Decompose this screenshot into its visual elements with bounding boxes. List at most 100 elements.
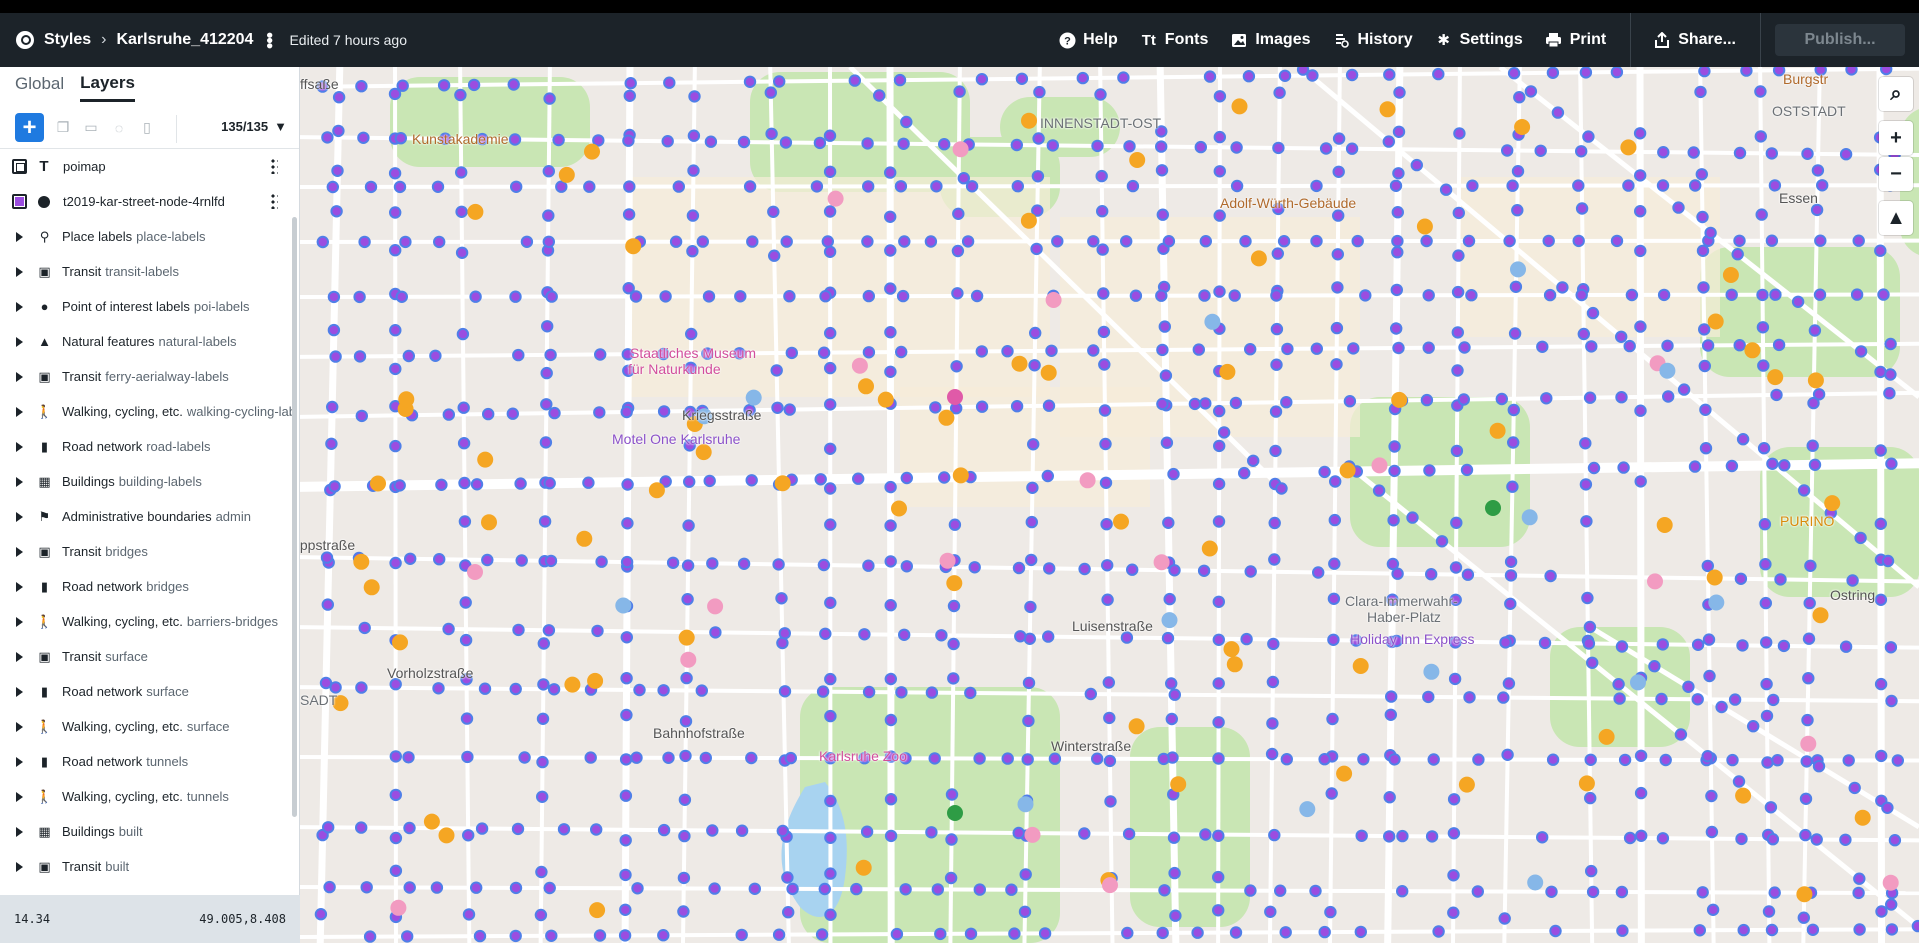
- help-button[interactable]: ? Help: [1058, 31, 1118, 49]
- layer-group-item[interactable]: ▲ Natural features natural-labels: [0, 324, 292, 359]
- layer-group-item[interactable]: ▮ Road network tunnels: [0, 744, 292, 779]
- expand-caret-icon[interactable]: [16, 721, 23, 732]
- expand-caret-icon[interactable]: [16, 651, 23, 662]
- map-canvas[interactable]: Kunstakademie Staatliches Museum für Natur…: [300, 67, 1919, 943]
- expand-caret-icon[interactable]: [16, 371, 23, 382]
- layer-group-item[interactable]: ▣ Transit bridges: [0, 534, 292, 569]
- expand-caret-icon[interactable]: [16, 826, 23, 837]
- layer-item-t2019-kar-street-node-4rnlfd[interactable]: t2019-kar-street-node-4rnlfd: [0, 184, 292, 219]
- street-node-dot: [1701, 339, 1715, 352]
- street-node-dot: [442, 408, 456, 421]
- duplicate-layer-icon[interactable]: ❐: [54, 119, 72, 137]
- publish-button[interactable]: Publish...: [1775, 24, 1905, 56]
- restaurant-poi-icon: [1336, 765, 1353, 782]
- history-button[interactable]: History: [1332, 31, 1413, 49]
- search-icon[interactable]: ⌕: [1879, 77, 1913, 111]
- layer-group-item[interactable]: ▣ Transit transit-labels: [0, 254, 292, 289]
- layer-count[interactable]: 135/135 ▼: [221, 119, 287, 134]
- layer-group-item[interactable]: 🚶 Walking, cycling, etc. tunnels: [0, 779, 292, 814]
- expand-caret-icon[interactable]: [16, 546, 23, 557]
- expand-caret-icon[interactable]: [16, 441, 23, 452]
- share-button[interactable]: Share...: [1653, 31, 1736, 49]
- street-node-dot: [619, 868, 632, 882]
- zoom-level: 14.34: [14, 912, 51, 926]
- share-label: Share...: [1678, 31, 1736, 48]
- drag-handle-icon[interactable]: [270, 193, 278, 209]
- layer-list-scrollbar[interactable]: [292, 217, 297, 817]
- expand-caret-icon[interactable]: [16, 301, 23, 312]
- delete-layer-icon[interactable]: ▯: [138, 119, 156, 137]
- compass-icon[interactable]: ▲: [1879, 201, 1913, 235]
- styles-breadcrumb-link[interactable]: Styles: [44, 31, 91, 49]
- filter-icon[interactable]: ▼: [274, 119, 287, 134]
- street-node-dot: [945, 788, 959, 801]
- layer-group-item[interactable]: ▮ Road network bridges: [0, 569, 292, 604]
- expand-caret-icon[interactable]: [16, 336, 23, 347]
- layer-group-item[interactable]: 🚶 Walking, cycling, etc. surface: [0, 709, 292, 744]
- street-node-dot: [1280, 753, 1293, 766]
- layer-group-item[interactable]: ▮ Road network road-labels: [0, 429, 292, 464]
- expand-caret-icon[interactable]: [16, 231, 23, 242]
- street-node-dot: [1766, 833, 1780, 846]
- layer-group-item[interactable]: ⚲ Place labels place-labels: [0, 219, 292, 254]
- expand-caret-icon[interactable]: [16, 266, 23, 277]
- add-layer-button[interactable]: +: [15, 113, 44, 142]
- layer-group-item[interactable]: 🚶 Walking, cycling, etc. barriers-bridges: [0, 604, 292, 639]
- layer-visibility-checkbox[interactable]: [12, 159, 27, 174]
- street-node-dot: [1648, 660, 1661, 673]
- layer-group-item[interactable]: 🚶 Walking, cycling, etc. walking-cycling-l…: [0, 394, 292, 429]
- street-node-dot: [1698, 67, 1711, 78]
- expand-caret-icon[interactable]: [16, 616, 23, 627]
- expand-caret-icon[interactable]: [16, 686, 23, 697]
- street-node-dot: [1582, 130, 1595, 143]
- hide-layer-icon[interactable]: ◌: [110, 119, 128, 137]
- zoom-in-icon[interactable]: +: [1879, 121, 1913, 155]
- layer-group-item[interactable]: ▦ Buildings building-labels: [0, 464, 292, 499]
- street-node-dot: [536, 790, 549, 803]
- layer-group-item[interactable]: ▦ Buildings built: [0, 814, 292, 849]
- layer-item-poimap[interactable]: Tpoimap: [0, 149, 292, 184]
- layer-group-id: transit-labels: [105, 264, 179, 279]
- street-node-dot: [619, 903, 632, 916]
- street-node-dot: [1461, 568, 1475, 581]
- fonts-icon: Tt: [1141, 31, 1156, 49]
- street-node-dot: [1733, 234, 1746, 248]
- images-button[interactable]: Images: [1230, 31, 1310, 49]
- expand-caret-icon[interactable]: [16, 756, 23, 767]
- layer-group-item[interactable]: ▣ Transit built: [0, 849, 292, 874]
- layer-group-item[interactable]: ● Point of interest labels poi-labels: [0, 289, 292, 324]
- layer-group-item[interactable]: ⚑ Administrative boundaries admin: [0, 499, 292, 534]
- expand-caret-icon[interactable]: [16, 861, 23, 872]
- tab-global[interactable]: Global: [15, 74, 64, 100]
- layer-group-item[interactable]: ▣ Transit surface: [0, 639, 292, 674]
- print-button[interactable]: Print: [1545, 31, 1606, 49]
- studio-logo-icon[interactable]: [16, 31, 34, 49]
- fonts-button[interactable]: Tt Fonts: [1140, 31, 1209, 49]
- street-node-dot: [460, 712, 474, 725]
- layer-group-item[interactable]: ▮ Road network surface: [0, 674, 292, 709]
- zoom-out-icon[interactable]: −: [1879, 157, 1913, 191]
- more-options-icon[interactable]: •••: [259, 32, 279, 48]
- street-node-dot: [1274, 884, 1287, 897]
- street-node-dot: [557, 823, 571, 836]
- expand-caret-icon[interactable]: [16, 476, 23, 487]
- expand-caret-icon[interactable]: [16, 791, 23, 802]
- settings-button[interactable]: ✱ Settings: [1435, 31, 1522, 49]
- layer-group-item[interactable]: ▣ Transit ferry-aerialway-labels: [0, 359, 292, 394]
- expand-caret-icon[interactable]: [16, 511, 23, 522]
- expand-caret-icon[interactable]: [16, 406, 23, 417]
- street-node-dot: [896, 289, 910, 303]
- street-node-dot: [1726, 753, 1739, 767]
- tab-layers[interactable]: Layers: [80, 73, 135, 102]
- street-node-dot: [1634, 169, 1647, 182]
- road: [300, 183, 1919, 189]
- expand-caret-icon[interactable]: [16, 581, 23, 592]
- drag-handle-icon[interactable]: [270, 158, 278, 174]
- street-node-dot: [620, 672, 633, 685]
- style-name[interactable]: Karlsruhe_412204: [116, 31, 253, 49]
- street-node-dot: [358, 621, 371, 635]
- street-node-dot: [1556, 281, 1569, 294]
- layer-visibility-checkbox[interactable]: [12, 194, 27, 209]
- street-node-dot: [1498, 912, 1511, 925]
- group-folder-icon[interactable]: ▭: [82, 119, 100, 137]
